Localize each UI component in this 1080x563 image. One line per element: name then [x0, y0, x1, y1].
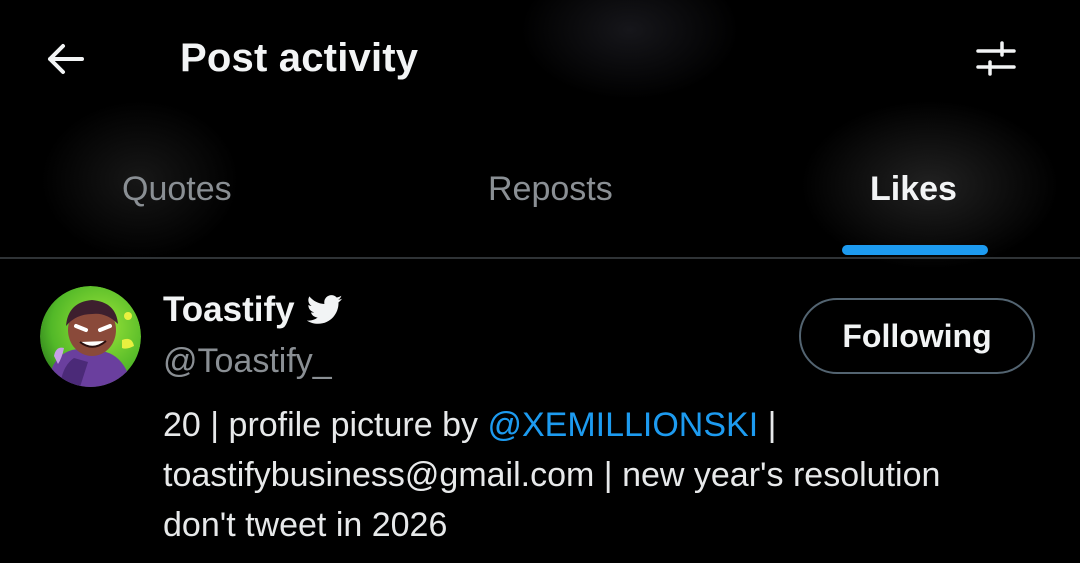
filter-button[interactable] [970, 36, 1022, 84]
bio-text: 20 | profile picture by [163, 406, 488, 444]
following-button[interactable]: Following [799, 298, 1035, 374]
bio-text: toastifybusiness@gmail.com | new year's … [163, 456, 941, 494]
tab-likes[interactable]: Likes [870, 170, 957, 209]
arrow-left-icon [45, 43, 85, 80]
bio-text: | [758, 406, 777, 444]
divider [0, 257, 1080, 259]
top-app-bar: Post activity [0, 0, 1080, 120]
activity-tabs: Quotes Reposts Likes [0, 150, 1080, 260]
back-button[interactable] [38, 38, 92, 84]
bio-mention-link[interactable]: @XEMILLIONSKI [487, 406, 758, 444]
user-cell[interactable]: Toastify @Toastify_ Following 20 | profi… [0, 260, 1080, 563]
page-title: Post activity [180, 36, 419, 80]
display-name: Toastify [163, 290, 295, 329]
avatar[interactable] [40, 286, 141, 387]
tab-reposts[interactable]: Reposts [488, 170, 613, 209]
active-tab-indicator [842, 245, 988, 255]
user-bio: 20 | profile picture by @XEMILLIONSKI | … [163, 400, 1043, 550]
user-handle[interactable]: @Toastify_ [163, 342, 332, 381]
tab-quotes[interactable]: Quotes [122, 170, 232, 209]
bio-text: don't tweet in 2026 [163, 506, 448, 544]
sliders-icon [975, 38, 1017, 83]
twitter-bird-icon [306, 295, 343, 325]
display-name-row[interactable]: Toastify [163, 290, 343, 330]
